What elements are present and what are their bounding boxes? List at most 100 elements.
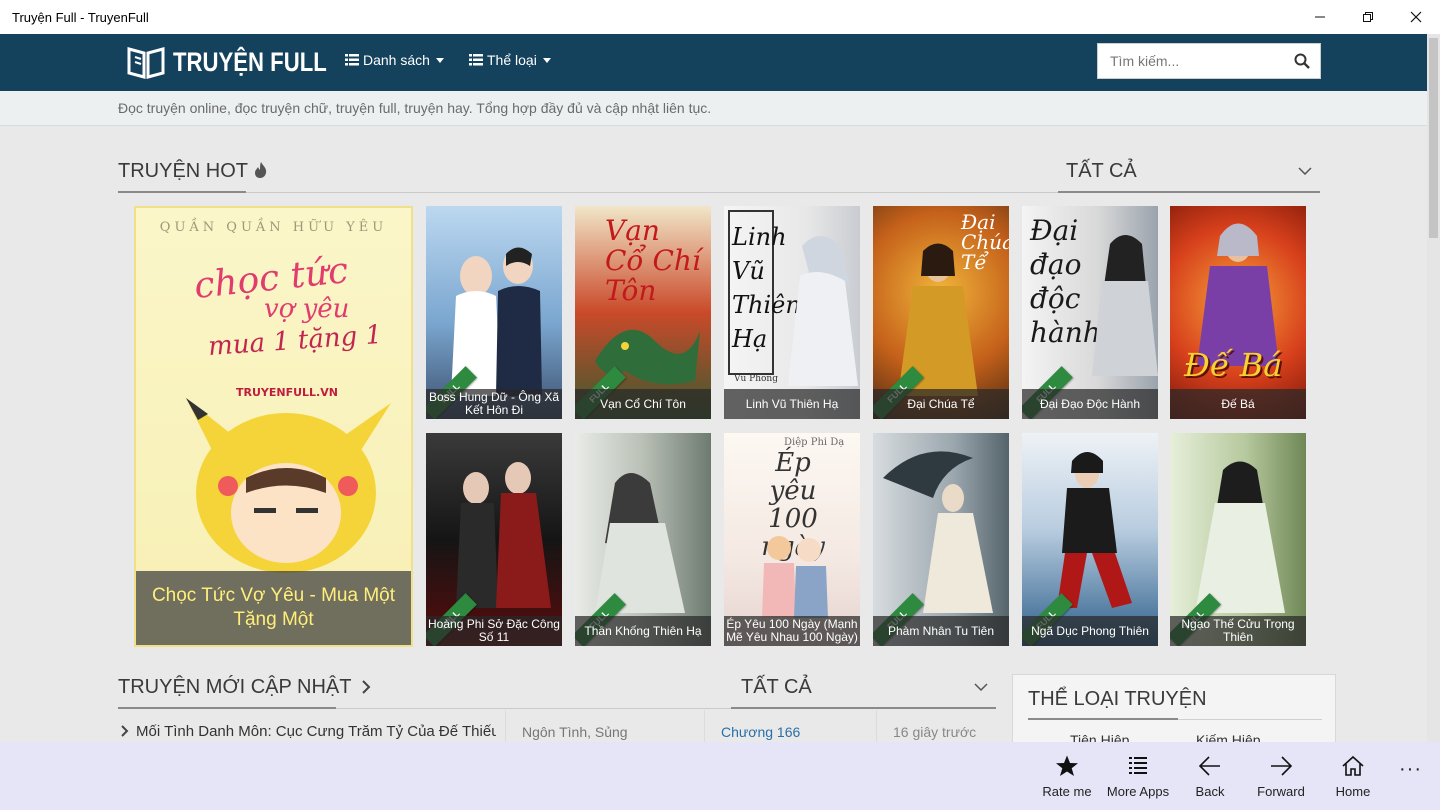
caret-down-icon (542, 57, 551, 63)
immortal-illustration (883, 451, 993, 613)
menu-danh-sach[interactable]: Danh sách (345, 52, 444, 68)
close-button[interactable] (1392, 0, 1440, 34)
book-title: Ép Yêu 100 Ngày (Mạnh Mẽ Yêu Nhau 100 Ng… (724, 616, 860, 646)
book-card[interactable]: Đại đạo độc hành FULL Đại Đạo Độc Hành (1022, 206, 1158, 419)
genres-title: THỂ LOẠI TRUYỆN (1028, 688, 1207, 710)
book-title: Hoàng Phi Sở Đặc Công Số 11 (426, 616, 562, 646)
scrollbar-thumb[interactable] (1429, 38, 1438, 238)
menu-the-loai[interactable]: Thể loại (469, 52, 551, 68)
updates-filter-underline (731, 707, 996, 709)
hot-filter-underline (1058, 191, 1320, 193)
cover-author: QUẦN QUẦN HỮU YÊU (159, 220, 388, 235)
search-box (1097, 43, 1321, 79)
update-time: 16 giây trước (893, 724, 977, 740)
menu-label: Thể loại (487, 52, 537, 68)
search-input[interactable] (1098, 44, 1278, 78)
book-title: Phàm Nhân Tu Tiên (873, 616, 1009, 646)
book-card[interactable]: Vạn Cổ Chí Tôn FULL Vạn Cổ Chí Tôn (575, 206, 711, 419)
book-title: Thần Khống Thiên Hạ (575, 616, 711, 646)
updates-filter-dropdown[interactable]: TẤT CẢ (741, 676, 812, 699)
cover-title-line: mua 1 tặng 1 (207, 319, 383, 363)
updates-section-title[interactable]: TRUYỆN MỚI CẬP NHẬT (118, 676, 371, 699)
chevron-right-icon (121, 725, 129, 737)
site-logo[interactable]: TRUYỆN FULL (127, 45, 360, 79)
restore-button[interactable] (1344, 0, 1392, 34)
forward-button[interactable]: Forward (1246, 754, 1316, 799)
minimize-icon (1315, 16, 1325, 18)
app-command-bar: Rate me More Apps Back Forward Home ··· (0, 742, 1440, 810)
page-scrollbar[interactable] (1427, 34, 1440, 742)
swordsman-illustration (595, 473, 685, 613)
book-card[interactable]: FULL Phàm Nhân Tu Tiên (873, 433, 1009, 646)
minimize-button[interactable] (1296, 0, 1344, 34)
chevron-down-icon[interactable] (1298, 167, 1312, 175)
book-card[interactable]: FULL Thần Khống Thiên Hạ (575, 433, 711, 646)
window-title: Truyện Full - TruyenFull (12, 9, 149, 25)
update-genre[interactable]: Ngôn Tình, Sủng (522, 724, 628, 740)
book-title: Đại Đạo Độc Hành (1022, 389, 1158, 419)
site-tagline: Đọc truyện online, đọc truyện chữ, truyệ… (118, 100, 712, 116)
chevron-down-icon[interactable] (974, 683, 988, 691)
search-icon[interactable] (1294, 53, 1310, 69)
chevron-right-icon (361, 680, 371, 694)
swordsman-illustration (1092, 235, 1158, 376)
hot-section-title[interactable]: TRUYỆN HOT (118, 160, 269, 183)
cover-title: Vạn Cổ Chí Tôn (605, 214, 701, 307)
book-title: Vạn Cổ Chí Tôn (575, 389, 711, 419)
book-card[interactable]: FULL Boss Hung Dữ - Ông Xã Kết Hôn Đi (426, 206, 562, 419)
fire-icon (255, 162, 267, 178)
book-title: Boss Hung Dữ - Ông Xã Kết Hôn Đi (426, 389, 562, 419)
list-icon (345, 54, 359, 66)
update-story-title[interactable]: Mối Tình Danh Môn: Cục Cưng Trăm Tỷ Của … (136, 723, 496, 740)
window-controls (1296, 0, 1440, 34)
book-card[interactable]: FULL Hoàng Phi Sở Đặc Công Số 11 (426, 433, 562, 646)
site-tagline-bar: Đọc truyện online, đọc truyện chữ, truyệ… (0, 91, 1427, 126)
update-chapter-link[interactable]: Chương 166 (721, 724, 800, 740)
more-apps-button[interactable]: More Apps (1103, 754, 1173, 799)
home-icon (1342, 755, 1364, 776)
column-divider (505, 710, 506, 742)
scholar-illustration (1195, 461, 1285, 613)
book-title: Đế Bá (1170, 389, 1306, 419)
cover-title: Đại đạo độc hành (1030, 214, 1101, 349)
list-icon (1129, 757, 1147, 774)
cover-title-line: vợ yêu (264, 294, 350, 324)
book-card[interactable]: Diệp Phi Dạ Ép yêu 100 ngày Ép Yêu 100 N… (724, 433, 860, 646)
cover-author: Vũ Phong (734, 374, 778, 384)
couple-illustration (762, 536, 828, 618)
book-title: Ngạo Thế Cửu Trọng Thiên (1170, 616, 1306, 646)
star-icon (1056, 755, 1078, 776)
fighter-illustration (1057, 452, 1132, 608)
hero-illustration (788, 236, 858, 386)
site-navbar: TRUYỆN FULL Danh sách Thể loại (0, 34, 1427, 91)
book-card[interactable]: Đế Bá Đế Bá (1170, 206, 1306, 419)
column-divider (876, 710, 877, 742)
featured-book-card[interactable]: QUẦN QUẦN HỮU YÊU chọc tức vợ yêu mua 1 … (134, 206, 413, 647)
cover-author: Diệp Phi Dạ (784, 437, 845, 448)
restore-icon (1363, 12, 1373, 22)
genres-title-underline (1028, 718, 1178, 720)
arrow-right-icon (1271, 756, 1293, 776)
couple-illustration (456, 462, 551, 608)
rate-me-button[interactable]: Rate me (1032, 754, 1102, 799)
book-title: Đại Chúa Tể (873, 389, 1009, 419)
hot-title-underline (118, 191, 246, 193)
book-card[interactable]: FULL Ngạo Thế Cửu Trọng Thiên (1170, 433, 1306, 646)
cover-title: Linh Vũ Thiên Hạ (732, 223, 801, 353)
book-card[interactable]: Linh Vũ Thiên Hạ Vũ Phong Linh Vũ Thiên … (724, 206, 860, 419)
book-card[interactable]: Đại Chúa Tể FULL Đại Chúa Tể (873, 206, 1009, 419)
book-card[interactable]: FULL Ngã Dục Phong Thiên (1022, 433, 1158, 646)
book-title: Chọc Tức Vợ Yêu - Mua Một Tặng Một (136, 571, 411, 645)
window-titlebar: Truyện Full - TruyenFull (0, 0, 1440, 34)
back-button[interactable]: Back (1175, 754, 1245, 799)
book-title: Linh Vũ Thiên Hạ (724, 389, 860, 419)
hot-filter-dropdown[interactable]: TẤT CẢ (1066, 160, 1137, 183)
demon-illustration (1197, 223, 1279, 366)
menu-label: Danh sách (363, 52, 430, 68)
home-button[interactable]: Home (1318, 754, 1388, 799)
list-icon (469, 54, 483, 66)
open-book-icon (127, 47, 165, 79)
updates-title-underline (118, 707, 336, 709)
column-divider (704, 710, 705, 742)
more-options-button[interactable]: ··· (1399, 758, 1422, 781)
